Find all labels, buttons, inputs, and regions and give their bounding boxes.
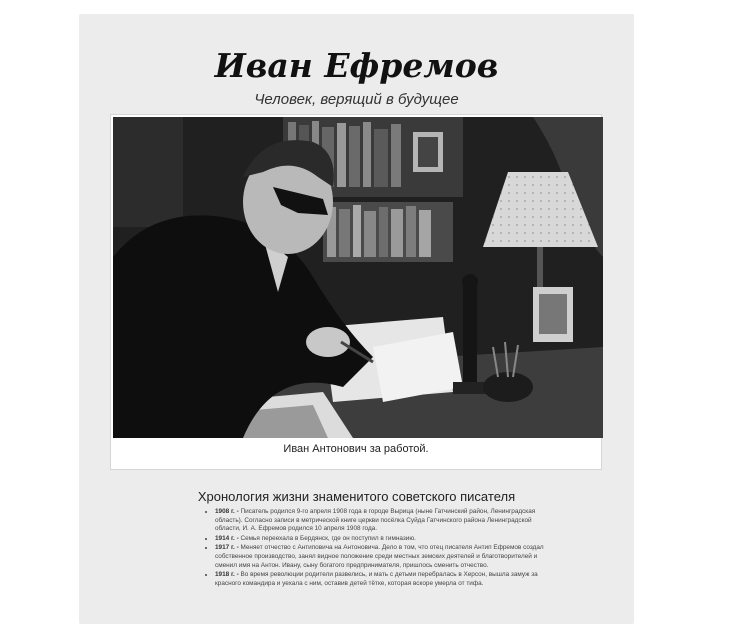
photo-illustration <box>113 117 603 438</box>
year-label: 1917 г. - <box>215 544 239 552</box>
writer-photo <box>113 117 603 438</box>
event-text: Семья переехала в Бердянск, где он посту… <box>240 534 416 542</box>
list-item: 1918 г. - Во время революции родители ра… <box>215 571 545 588</box>
list-item: 1917 г. - Меняет отчество с Антиповича н… <box>215 544 545 570</box>
page-title: Иван Ефремов <box>214 46 499 85</box>
list-item: 1908 г. - Писатель родился 9-го апреля 1… <box>215 508 545 534</box>
year-label: 1908 г. - <box>215 508 239 515</box>
photo-caption: Иван Антонович за работой. <box>283 443 429 455</box>
content-card: Иван Ефремов Человек, верящий в будущее <box>79 14 634 624</box>
page-subtitle: Человек, верящий в будущее <box>254 91 459 108</box>
list-item: 1914 г. - Семья переехала в Бердянск, гд… <box>215 535 545 544</box>
event-text: Меняет отчество с Антиповича на Антонови… <box>215 544 544 569</box>
year-label: 1918 г. - <box>215 571 239 579</box>
event-text: Во время революции родители развелись, и… <box>215 571 538 587</box>
year-label: 1914 г. - <box>215 534 239 542</box>
chronology-heading: Хронология жизни знаменитого советского … <box>197 489 516 504</box>
chronology-list: 1908 г. - Писатель родился 9-го апреля 1… <box>199 508 545 589</box>
event-text: Писатель родился 9-го апреля 1908 года в… <box>215 508 536 533</box>
photo-figure: Иван Антонович за работой. <box>110 114 603 470</box>
